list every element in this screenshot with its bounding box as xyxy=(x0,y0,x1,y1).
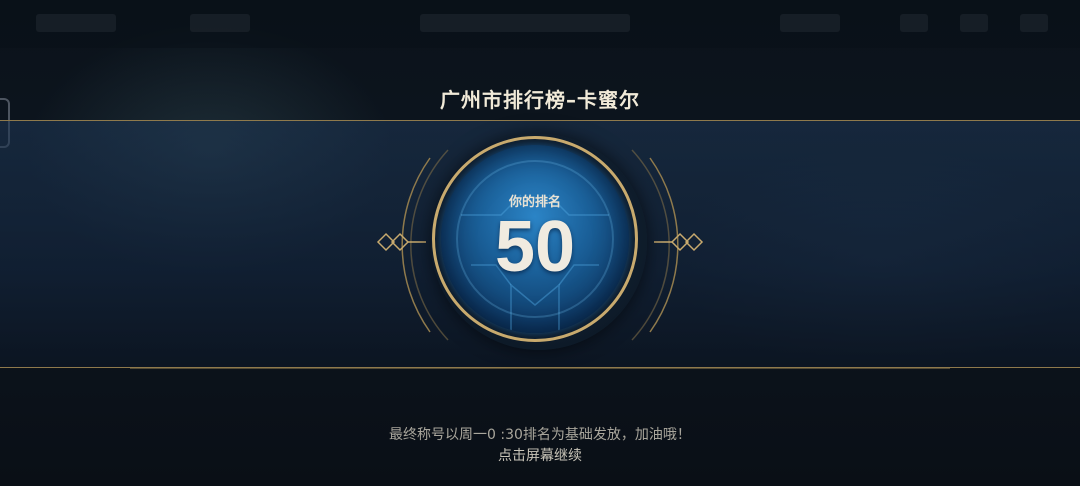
screen-tap-area[interactable] xyxy=(0,0,1080,486)
